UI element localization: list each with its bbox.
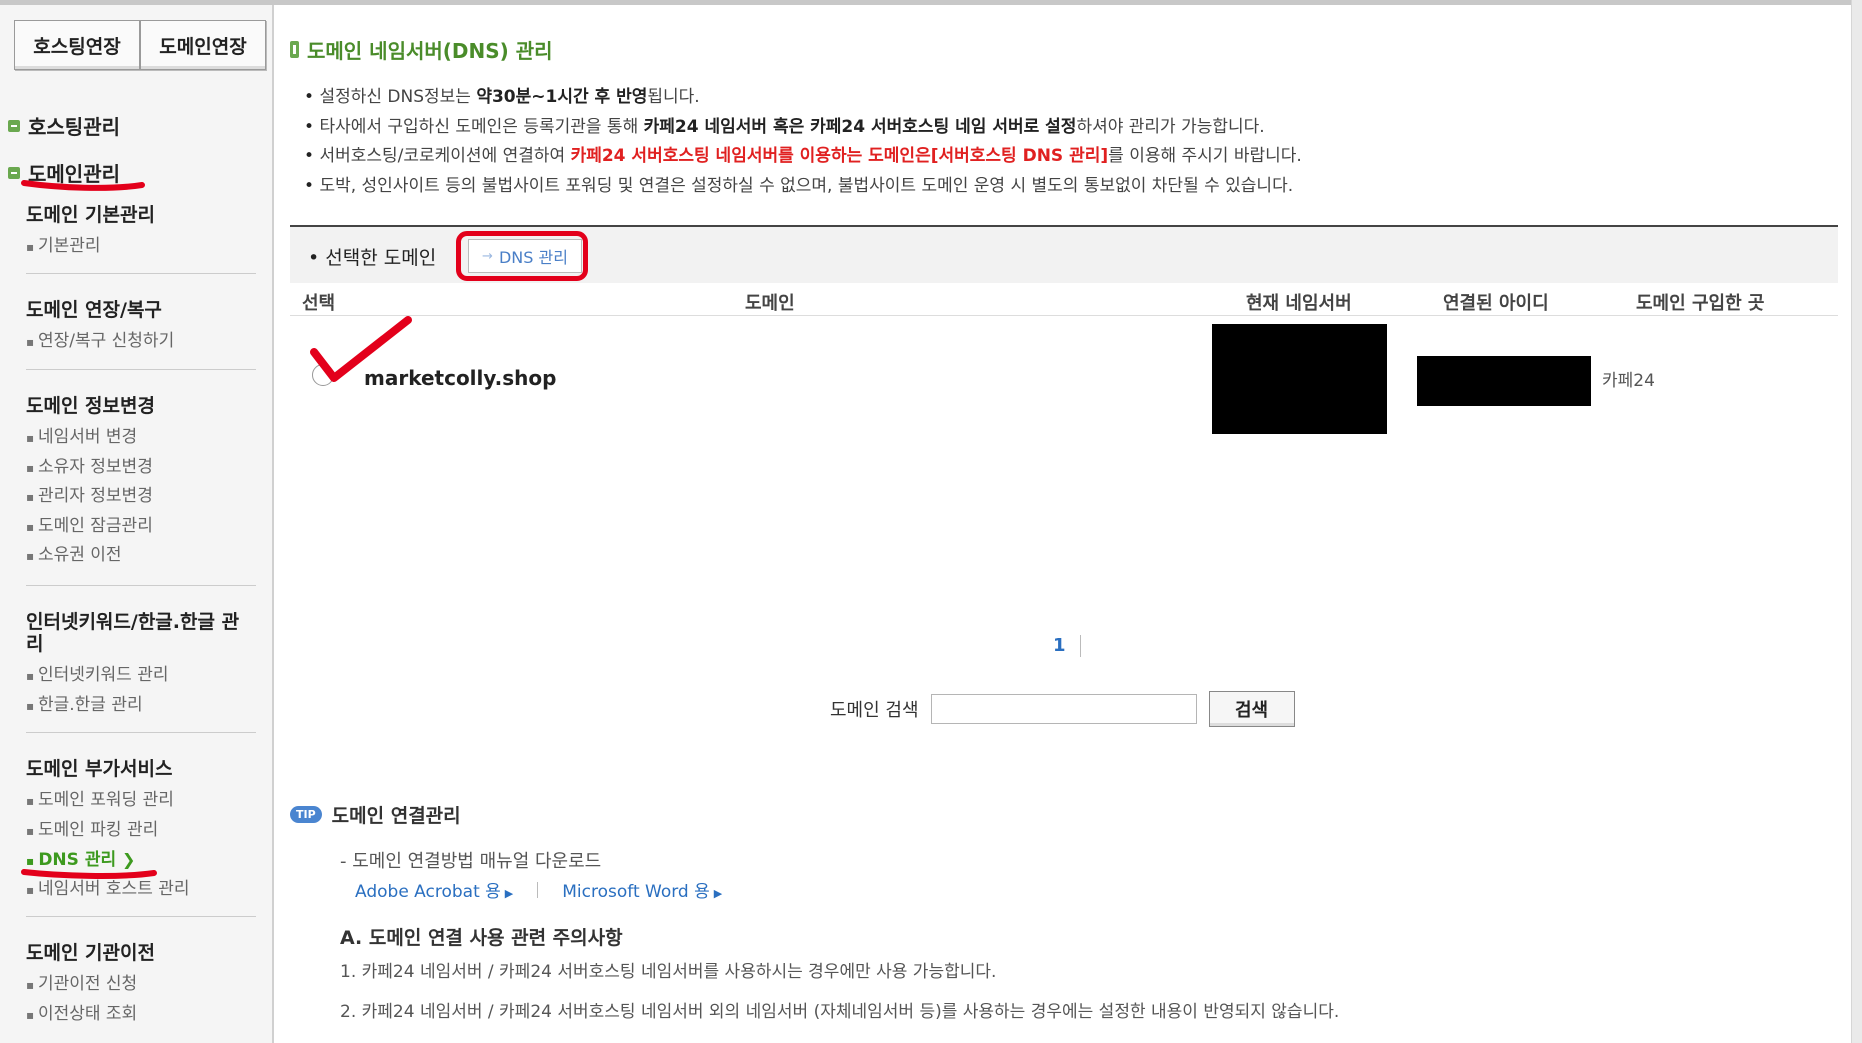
adobe-acrobat-link[interactable]: Adobe Acrobat 용 ▶	[355, 877, 513, 902]
tip-section-header: TIP 도메인 연결관리	[290, 801, 461, 828]
manual-links: Adobe Acrobat 용 ▶ Microsoft Word 용 ▶	[355, 877, 722, 902]
menu-group-title: 인터넷키워드/한글.한글 관리	[26, 611, 240, 655]
sidebar-item-nameserver-host[interactable]: 네임서버 호스트 관리	[26, 875, 256, 905]
menu-group-title: 도메인 연장/복구	[26, 299, 162, 321]
menu-group-addon: 도메인 부가서비스 도메인 포워딩 관리 도메인 파킹 관리 DNS 관리 ❯ …	[26, 758, 256, 904]
table-header: 선택 도메인 현재 네임서버 연결된 아이디 도메인 구입한 곳	[290, 283, 1838, 316]
registrar-name: 카페24	[1602, 371, 1655, 391]
selected-domain-bar: 선택한 도메인 → DNS 관리	[290, 227, 1838, 283]
sidebar-section-domain[interactable]: 도메인관리	[8, 158, 120, 187]
sidebar-item-domain-forwarding[interactable]: 도메인 포워딩 관리	[26, 786, 256, 816]
sidebar-item-dns-management[interactable]: DNS 관리 ❯	[26, 845, 256, 875]
sidebar-item-renewal-request[interactable]: 연장/복구 신청하기	[26, 327, 256, 357]
triangle-right-icon: ▶	[713, 887, 723, 900]
hosting-extension-button[interactable]: 호스팅연장	[14, 20, 140, 70]
search-button[interactable]: 검색	[1208, 691, 1295, 727]
notice-list: 설정하신 DNS정보는 약30분~1시간 후 반영됩니다. 타사에서 구입하신 …	[304, 83, 1804, 201]
notice-item: 도박, 성인사이트 등의 불법사이트 포워딩 및 연결은 설정하실 수 없으며,…	[304, 172, 1804, 202]
pagination-page-1[interactable]: 1	[1053, 635, 1081, 657]
menu-group-basic: 도메인 기본관리 기본관리	[26, 204, 256, 262]
chevron-right-icon: ❯	[122, 850, 136, 869]
menu-group-title: 도메인 기관이전	[26, 942, 155, 964]
sidebar-item-basic-management[interactable]: 기본관리	[26, 232, 256, 262]
column-header-select: 선택	[302, 293, 336, 314]
sidebar-item-nameserver-change[interactable]: 네임서버 변경	[26, 423, 256, 453]
tip-title: 도메인 연결관리	[331, 805, 461, 827]
page-title-text: 도메인 네임서버(DNS) 관리	[307, 39, 553, 63]
menu-group-renewal: 도메인 연장/복구 연장/복구 신청하기	[26, 299, 256, 357]
menu-group-keyword: 인터넷키워드/한글.한글 관리 인터넷키워드 관리 한글.한글 관리	[26, 611, 256, 720]
notice-item: 설정하신 DNS정보는 약30분~1시간 후 반영됩니다.	[304, 83, 1804, 113]
menu-group-info-change: 도메인 정보변경 네임서버 변경 소유자 정보변경 관리자 정보변경 도메인 잠…	[26, 395, 256, 571]
title-bullet-icon	[290, 41, 299, 58]
notice-item: 서버호스팅/코로케이션에 연결하여 카페24 서버호스팅 네임서버를 이용하는 …	[304, 142, 1804, 172]
sidebar-item-keyword-management[interactable]: 인터넷키워드 관리	[26, 661, 256, 691]
search-label: 도메인 검색	[830, 700, 919, 721]
column-header-registrar: 도메인 구입한 곳	[1636, 293, 1765, 314]
sidebar-section-label: 도메인관리	[28, 162, 120, 186]
notice-item: 타사에서 구입하신 도메인은 등록기관을 통해 카페24 네임서버 혹은 카페2…	[304, 113, 1804, 143]
collapse-icon	[8, 166, 20, 179]
annotation-highlight-box	[456, 231, 588, 281]
window-top-border	[0, 0, 1862, 5]
divider	[26, 916, 256, 917]
sidebar-item-admin-change[interactable]: 관리자 정보변경	[26, 482, 256, 512]
menu-group-title: 도메인 기본관리	[26, 204, 155, 226]
expand-icon	[8, 119, 20, 132]
column-header-account: 연결된 아이디	[1443, 293, 1549, 314]
triangle-right-icon: ▶	[504, 887, 514, 900]
divider	[26, 732, 256, 733]
menu-group-transfer: 도메인 기관이전 기관이전 신청 이전상태 조회	[26, 942, 256, 1029]
domain-search: 도메인 검색 검색	[830, 691, 1295, 727]
table-row: marketcolly.shop 카페24	[290, 316, 1838, 441]
sidebar-item-domain-parking[interactable]: 도메인 파킹 관리	[26, 816, 256, 846]
column-header-nameserver: 현재 네임서버	[1246, 293, 1352, 314]
sidebar-item-transfer-request[interactable]: 기관이전 신청	[26, 970, 256, 1000]
manual-download-label: - 도메인 연결방법 매뉴얼 다운로드	[340, 851, 602, 872]
column-header-domain: 도메인	[745, 293, 795, 314]
sidebar-section-hosting[interactable]: 호스팅관리	[8, 111, 120, 140]
sidebar-item-korean-domain-management[interactable]: 한글.한글 관리	[26, 691, 256, 721]
menu-group-title: 도메인 부가서비스	[26, 758, 173, 780]
sidebar-item-owner-change[interactable]: 소유자 정보변경	[26, 453, 256, 483]
section-a-title: A. 도메인 연결 사용 관련 주의사항	[340, 927, 623, 949]
sidebar: 호스팅연장 도메인연장 호스팅관리 도메인관리 도메인 기본관리 기본관리 도메…	[0, 5, 274, 1043]
sidebar-item-label: DNS 관리	[38, 850, 117, 870]
page-title: 도메인 네임서버(DNS) 관리	[290, 35, 553, 64]
selected-domain-label: 선택한 도메인	[308, 243, 436, 270]
divider	[26, 369, 256, 370]
divider	[26, 273, 256, 274]
domain-extension-button[interactable]: 도메인연장	[140, 20, 266, 70]
caution-paragraph-2: 2. 카페24 네임서버 / 카페24 서버호스팅 네임서버 외의 네임서버 (…	[340, 1002, 1340, 1022]
menu-group-title: 도메인 정보변경	[26, 395, 155, 417]
sidebar-item-domain-lock[interactable]: 도메인 잠금관리	[26, 512, 256, 542]
link-separator	[537, 881, 539, 898]
sidebar-item-transfer-status[interactable]: 이전상태 조회	[26, 1000, 256, 1030]
caution-paragraph-1: 1. 카페24 네임서버 / 카페24 서버호스팅 네임서버를 사용하시는 경우…	[340, 962, 997, 982]
redacted-nameserver	[1212, 324, 1387, 434]
divider	[26, 585, 256, 586]
domain-name: marketcolly.shop	[364, 366, 557, 390]
vertical-scrollbar[interactable]	[1851, 0, 1862, 1043]
redacted-account	[1417, 356, 1591, 406]
tip-badge: TIP	[290, 806, 322, 823]
search-input[interactable]	[930, 694, 1197, 724]
sidebar-item-ownership-transfer[interactable]: 소유권 이전	[26, 541, 256, 571]
extension-buttons: 호스팅연장 도메인연장	[14, 20, 266, 70]
microsoft-word-link[interactable]: Microsoft Word 용 ▶	[562, 877, 722, 902]
sidebar-section-label: 호스팅관리	[28, 115, 120, 139]
